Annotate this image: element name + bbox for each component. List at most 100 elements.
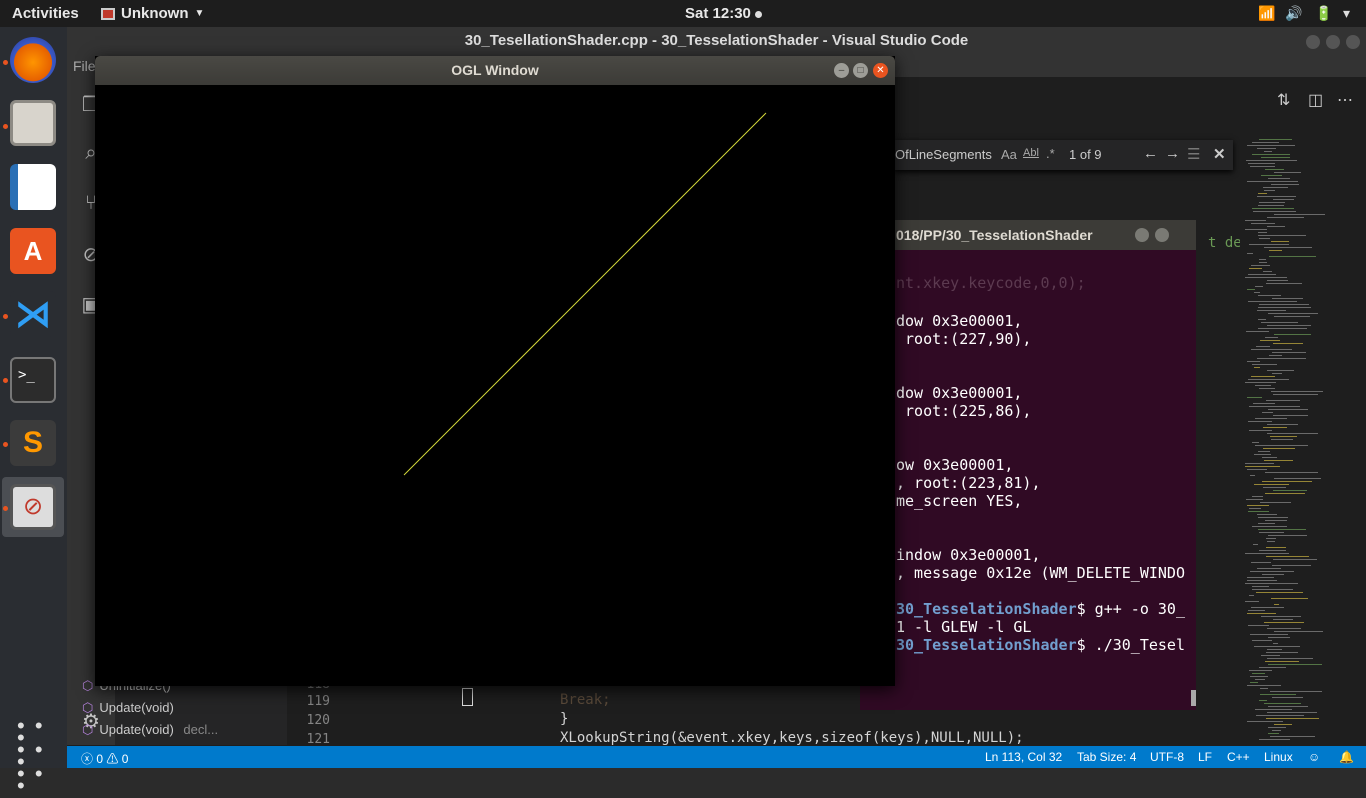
top-bar: Activities Unknown ▼ Sat 12:30 📶 🔊 🔋 ▾ [0,0,1366,27]
terminal-window: 018/PP/30_TesselationShader nt.xkey.keyc… [860,220,1196,710]
status-bar: ⓧ 0 ⚠ 0 Ln 113, Col 32 Tab Size: 4 UTF-8… [67,746,1366,768]
method-icon: ⬡ [82,678,94,693]
prompt-path: 30_TesselationShader [896,600,1077,618]
running-indicator [3,378,8,383]
outline-label: Update(void) [99,722,174,737]
running-indicator [3,506,8,511]
activities-button[interactable]: Activities [12,5,79,22]
feedback-smiley-icon[interactable]: ☺ [1308,750,1320,764]
terminal-line: , root:(223,81), [896,474,1041,492]
show-applications-icon[interactable]: • • • • • • • • • [17,715,51,797]
maximize-button[interactable] [1326,35,1340,49]
compare-changes-icon[interactable]: ⇅ [1277,90,1290,110]
text-cursor [462,688,473,706]
app-menu-icon [101,7,115,20]
ogl-window-title: OGL Window [95,56,895,85]
terminal-line: me_screen YES, [896,492,1023,510]
clock[interactable]: Sat 12:30 [685,5,762,22]
method-icon: ⬡ [82,700,94,715]
ogl-close-button[interactable]: ✕ [873,63,888,78]
system-menu-chevron-icon[interactable]: ▾ [1343,5,1350,22]
whole-word-toggle[interactable]: Abl [1023,147,1039,159]
libreoffice-writer-icon[interactable] [10,164,56,210]
running-indicator [3,442,8,447]
tab-size[interactable]: Tab Size: 4 [1077,750,1136,764]
find-widget: OfLineSegments Aa Abl .* 1 of 9 ← → ☰ ✕ [893,140,1233,170]
terminal-maximize-button[interactable] [1155,228,1169,242]
terminal-icon[interactable]: >_ [10,357,56,403]
terminal-line: indow 0x3e00001, [896,546,1041,564]
terminal-line: , message 0x12e (WM_DELETE_WINDO [896,564,1185,582]
outline-item[interactable]: ⬡ Update(void) [82,700,174,716]
find-in-selection-icon[interactable]: ☰ [1187,145,1200,163]
terminal-line: ow 0x3e00001, [896,456,1014,474]
code-line: } [560,711,569,727]
notifications-bell-icon[interactable]: 🔔 [1339,750,1354,764]
clock-label: Sat 12:30 [685,5,751,22]
terminal-minimize-button[interactable] [1135,228,1149,242]
ogl-minimize-button[interactable]: – [834,63,849,78]
find-input[interactable]: OfLineSegments [895,147,992,162]
method-icon: ⬡ [82,722,94,737]
sublime-text-icon[interactable]: S [10,420,56,466]
outline-item[interactable]: ⬡ Update(void) decl... [82,722,218,738]
outline-detail: decl... [183,722,219,737]
software-center-icon[interactable]: A [10,228,56,274]
app-menu[interactable]: Unknown ▼ [101,5,204,22]
menu-file[interactable]: File [73,58,96,74]
terminal-line: nt.xkey.keycode,0,0); [896,274,1086,292]
encoding[interactable]: UTF-8 [1150,750,1184,764]
terminal-prompt: 30_TesselationShader$ g++ -o 30_ [896,600,1185,618]
running-indicator [3,124,8,129]
ogl-maximize-button[interactable]: □ [853,63,868,78]
close-button[interactable] [1346,35,1360,49]
ogl-canvas[interactable] [95,85,895,686]
line-ending[interactable]: LF [1198,750,1212,764]
unknown-app-icon[interactable]: ⊘ [10,484,56,530]
line-number: 120 [306,713,330,728]
running-indicator [3,314,8,319]
firefox-icon[interactable] [10,37,56,83]
minimap[interactable] [1240,137,1355,747]
terminal-line: root:(227,90), [896,330,1032,348]
volume-icon[interactable]: 🔊 [1285,5,1302,22]
running-indicator [3,60,8,65]
split-editor-icon[interactable]: ◫ [1308,90,1323,110]
warning-count: 0 [121,752,129,766]
cursor-position[interactable]: Ln 113, Col 32 [985,750,1062,764]
vscode-title: 30_TesellationShader.cpp - 30_Tesselatio… [67,27,1366,55]
terminal-line: root:(225,86), [896,402,1032,420]
ogl-render-surface [403,112,767,476]
terminal-line: dow 0x3e00001, [896,312,1023,330]
terminal-line: 1 -l GLEW -l GL [896,618,1032,636]
error-count: 0 [96,752,104,766]
match-count: 1 of 9 [1069,147,1102,162]
dock: A ⋊ >_ S ⊘ • • • • • • • • • [0,27,67,797]
ogl-window: OGL Window – □ ✕ [95,56,895,686]
code-line: Break; [560,692,611,708]
next-match-icon[interactable]: → [1165,145,1180,162]
code-line: XLookupString(&event.xkey,keys,sizeof(ke… [560,730,1024,746]
files-icon[interactable] [10,100,56,146]
regex-icon[interactable]: .* [1046,146,1055,161]
close-find-icon[interactable]: ✕ [1213,145,1226,163]
previous-match-icon[interactable]: ← [1143,145,1158,162]
vscode-icon[interactable]: ⋊ [10,291,56,337]
outline-label: Update(void) [99,700,174,715]
more-actions-icon[interactable]: ⋯ [1337,90,1353,110]
language-mode[interactable]: C++ [1227,750,1250,764]
terminal-scrollbar[interactable] [1191,690,1196,706]
minimize-button[interactable] [1306,35,1320,49]
wifi-icon[interactable]: 📶 [1258,5,1275,22]
prompt-command: $ g++ -o 30_ [1076,600,1185,618]
platform[interactable]: Linux [1264,750,1293,764]
minimap-code [1245,139,1325,740]
terminal-prompt: 30_TesselationShader$ ./30_Tesel [896,636,1185,654]
battery-icon[interactable]: 🔋 [1315,5,1332,22]
terminal-line: dow 0x3e00001, [896,384,1023,402]
problems-indicator[interactable]: ⓧ 0 ⚠ 0 [81,750,128,767]
match-case-toggle[interactable]: Aa [1001,147,1017,162]
tessellated-line [403,112,767,476]
chevron-down-icon: ▼ [194,8,205,19]
line-number: 121 [306,732,330,747]
